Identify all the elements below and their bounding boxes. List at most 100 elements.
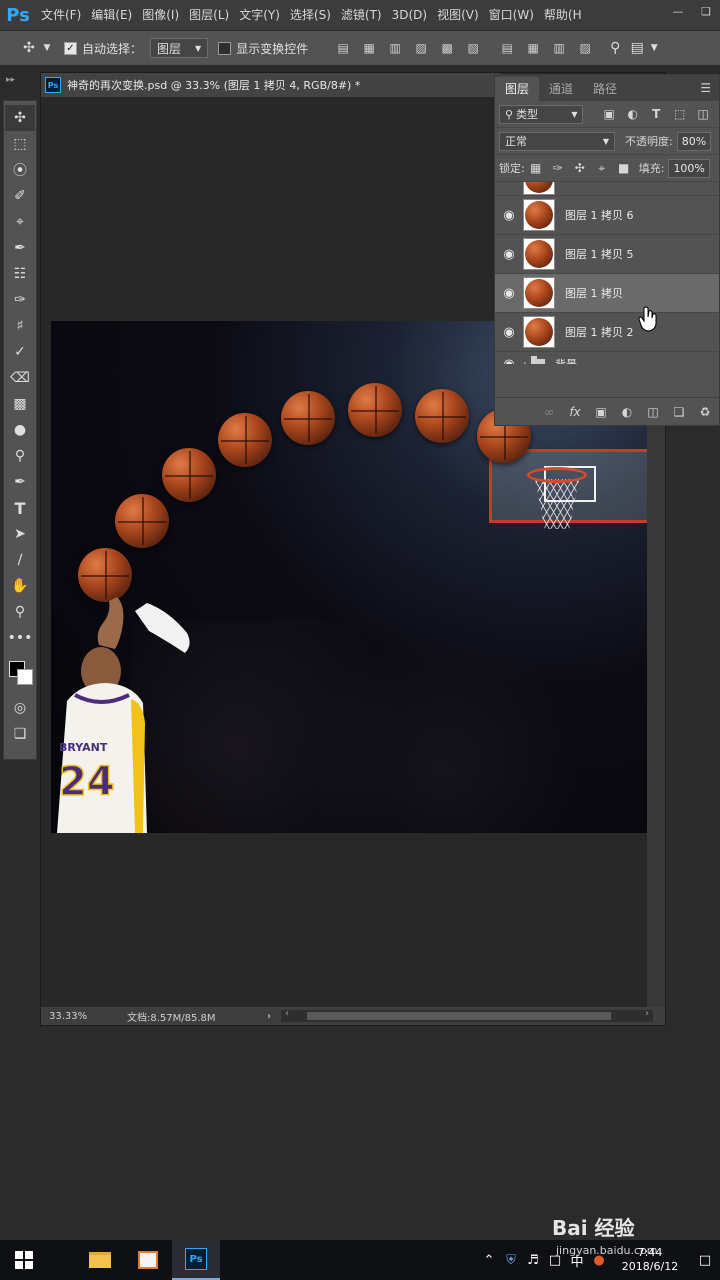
menu-select[interactable]: 选择(S) <box>285 0 336 30</box>
distribute-bottom-icon[interactable]: ▥ <box>546 38 572 58</box>
align-left-icon[interactable]: ▨ <box>408 38 434 58</box>
visibility-eye-icon[interactable]: ◉ <box>495 247 523 262</box>
distribute-vcenter-icon[interactable]: ▦ <box>520 38 546 58</box>
scroll-right-icon[interactable]: › <box>645 1008 649 1019</box>
tab-layers[interactable]: 图层 <box>495 77 540 101</box>
shield-icon[interactable]: ⛨ <box>500 1253 522 1268</box>
scroll-left-icon[interactable]: ‹ <box>285 1008 289 1019</box>
zoom-tool-icon[interactable]: ⚲ <box>5 599 35 625</box>
panel-menu-icon[interactable]: ☰ <box>700 81 711 95</box>
restore-icon[interactable]: ❏ <box>692 0 720 22</box>
filter-smart-object-icon[interactable]: ◫ <box>691 107 715 121</box>
hand-tool-icon[interactable]: ✋ <box>5 573 35 599</box>
align-top-icon[interactable]: ▤ <box>330 38 356 58</box>
path-select-tool-icon[interactable]: ➤ <box>5 521 35 547</box>
start-button[interactable] <box>0 1240 48 1280</box>
layer-name[interactable]: 图层 1 拷贝 2 <box>565 324 634 340</box>
image-viewer-button[interactable] <box>124 1240 172 1280</box>
chevron-down-icon[interactable]: ▼ <box>40 43 54 53</box>
layer-row[interactable]: ◉ 图层 1 拷贝 6 <box>495 196 719 235</box>
layer-row[interactable]: ◉ 图层 1 拷贝 5 <box>495 235 719 274</box>
brush-tool-icon[interactable]: ✑ <box>5 287 35 313</box>
menu-image[interactable]: 图像(I) <box>137 0 184 30</box>
visibility-eye-icon[interactable]: ◉ <box>495 325 523 340</box>
lock-transparency-icon[interactable]: ▦ <box>525 161 547 175</box>
eyedropper-tool-icon[interactable]: ✒ <box>5 235 35 261</box>
type-tool-icon[interactable]: T <box>5 495 35 521</box>
move-tool-icon[interactable]: ✣ <box>18 40 40 56</box>
healing-tool-icon[interactable]: ☷ <box>5 261 35 287</box>
layer-filter-dropdown[interactable]: ⚲ 类型 ▼ <box>499 104 584 124</box>
tab-channels[interactable]: 通道 <box>539 77 583 101</box>
menu-edit[interactable]: 编辑(E) <box>86 0 137 30</box>
file-explorer-button[interactable] <box>76 1240 124 1280</box>
lock-all-icon[interactable]: ■ <box>613 161 635 175</box>
gradient-tool-icon[interactable]: ▩ <box>5 391 35 417</box>
more-tools-icon[interactable]: ••• <box>5 625 35 651</box>
lock-pixels-icon[interactable]: ✑ <box>547 161 569 175</box>
visibility-eye-icon[interactable]: ◉ <box>495 286 523 301</box>
dodge-tool-icon[interactable]: ⚲ <box>5 443 35 469</box>
pen-tool-icon[interactable]: ✒ <box>5 469 35 495</box>
auto-select-checkbox[interactable]: ✓ <box>64 41 77 55</box>
menu-window[interactable]: 窗口(W) <box>484 0 539 30</box>
chevron-right-icon[interactable]: › <box>523 359 527 365</box>
layer-row[interactable] <box>495 182 719 196</box>
workspace-icon[interactable]: ▤ <box>626 40 648 56</box>
layer-name[interactable]: 图层 1 拷贝 <box>565 285 623 301</box>
quick-select-tool-icon[interactable]: ✐ <box>5 183 35 209</box>
align-hcenter-icon[interactable]: ▩ <box>434 38 460 58</box>
move-tool-icon[interactable]: ✣ <box>5 105 35 131</box>
tab-paths[interactable]: 路径 <box>583 77 627 101</box>
volume-icon[interactable]: ♬ <box>522 1253 544 1268</box>
filter-pixel-icon[interactable]: ▣ <box>597 107 621 121</box>
fx-icon[interactable]: fx <box>565 405 585 419</box>
add-mask-icon[interactable]: ▣ <box>591 405 611 419</box>
new-layer-icon[interactable]: ❏ <box>669 405 689 419</box>
minimize-icon[interactable]: — <box>664 0 692 22</box>
layer-row-selected[interactable]: ◉ 图层 1 拷贝 <box>495 274 719 313</box>
layer-name[interactable]: 图层 1 拷贝 5 <box>565 246 634 262</box>
horizontal-scrollbar[interactable]: ‹ › <box>281 1008 653 1022</box>
link-layers-icon[interactable]: ∞ <box>539 405 559 419</box>
lock-position-icon[interactable]: ✣ <box>569 161 591 175</box>
crop-tool-icon[interactable]: ⌖ <box>5 209 35 235</box>
menu-type[interactable]: 文字(Y) <box>234 0 285 30</box>
distribute-left-icon[interactable]: ▨ <box>572 38 598 58</box>
eraser-tool-icon[interactable]: ⌫ <box>5 365 35 391</box>
align-right-icon[interactable]: ▧ <box>460 38 486 58</box>
menu-file[interactable]: 文件(F) <box>36 0 86 30</box>
new-group-icon[interactable]: ◫ <box>643 405 663 419</box>
lasso-tool-icon[interactable]: ⦿ <box>5 157 35 183</box>
document-tab[interactable]: Ps 神奇的再次变换.psd @ 33.3% (图层 1 拷贝 4, RGB/8… <box>41 73 501 97</box>
menu-filter[interactable]: 滤镜(T) <box>336 0 387 30</box>
adjustment-layer-icon[interactable]: ◐ <box>617 405 637 419</box>
screen-mode-icon[interactable]: ❏ <box>5 721 35 747</box>
layer-name[interactable]: 图层 1 拷贝 6 <box>565 207 634 223</box>
filter-adjustment-icon[interactable]: ◐ <box>621 107 645 121</box>
show-transform-checkbox[interactable] <box>218 41 232 55</box>
visibility-eye-icon[interactable]: ◉ <box>495 357 523 365</box>
menu-layer[interactable]: 图层(L) <box>184 0 234 30</box>
group-name[interactable]: 背景 <box>555 356 577 364</box>
zoom-level[interactable]: 33.33% <box>41 1011 127 1022</box>
blur-tool-icon[interactable]: ● <box>5 417 35 443</box>
layer-group-row[interactable]: ◉ › 背景 <box>495 352 719 364</box>
chevron-down-icon[interactable]: ▼ <box>648 43 660 53</box>
history-brush-icon[interactable]: ✓ <box>5 339 35 365</box>
panel-grip-icon[interactable]: ▸▸ <box>6 75 15 85</box>
photoshop-taskbar-button[interactable]: Ps <box>172 1240 220 1280</box>
filter-shape-icon[interactable]: ⬚ <box>668 107 692 121</box>
notification-icon[interactable]: □ <box>690 1253 720 1268</box>
menu-view[interactable]: 视图(V) <box>432 0 484 30</box>
line-tool-icon[interactable]: ∕ <box>5 547 35 573</box>
align-vcenter-icon[interactable]: ▦ <box>356 38 382 58</box>
lock-artboard-icon[interactable]: ⌖ <box>591 161 613 176</box>
chevron-up-icon[interactable]: ⌃ <box>478 1253 500 1268</box>
visibility-eye-icon[interactable]: ◉ <box>495 208 523 223</box>
fill-value[interactable]: 100% <box>668 158 710 178</box>
auto-select-target-dropdown[interactable]: 图层 ▼ <box>150 38 209 58</box>
chevron-right-icon[interactable]: › <box>267 1011 271 1022</box>
stamp-tool-icon[interactable]: ♯ <box>5 313 35 339</box>
filter-type-icon[interactable]: T <box>644 107 668 121</box>
